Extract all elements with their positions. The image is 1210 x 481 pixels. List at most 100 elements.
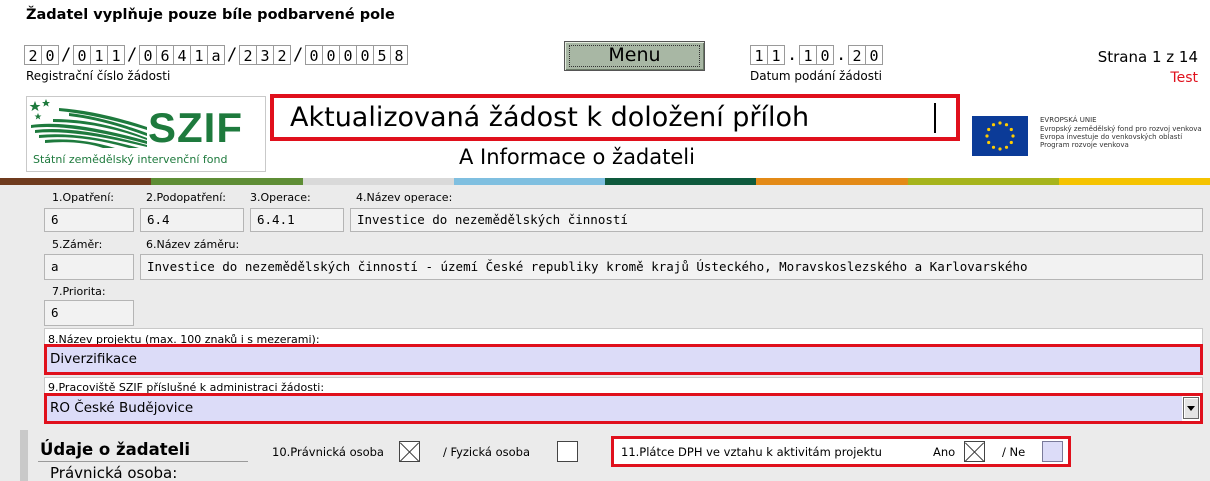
eu-star	[1004, 145, 1009, 149]
submission-date-label: Datum podání žádosti	[750, 69, 882, 83]
registration-number-digit: 8	[390, 45, 408, 65]
registration-number-digit: 0	[305, 45, 323, 65]
pravnicka-osoba-checkbox[interactable]	[399, 441, 420, 462]
registration-number-digit: 2	[24, 45, 42, 65]
eu-star	[998, 147, 1002, 151]
color-band-segment	[302, 178, 454, 185]
eu-star	[998, 121, 1002, 125]
applicant-subheading: Právnická osoba:	[50, 464, 178, 481]
submission-date-digit: 2	[848, 45, 866, 65]
dph-ano-label: Ano	[933, 445, 956, 459]
operace-value: 6.4.1	[250, 208, 344, 232]
color-band-segment	[1058, 178, 1210, 185]
zamer-label: 5.Záměr:	[52, 238, 103, 251]
eu-logo: EVROPSKÁ UNIE Evropský zemědělský fond p…	[968, 106, 1208, 168]
nazev-zameru-value: Investice do nezemědělských činností - ú…	[140, 254, 1203, 280]
color-band-segment	[151, 178, 303, 185]
submission-date-separator: .	[836, 45, 847, 65]
registration-number-digit: 0	[356, 45, 374, 65]
form-title: Aktualizovaná žádost k doložení příloh	[290, 102, 810, 133]
szif-logo: SZIF Státní zemědělský intervenční fond	[26, 96, 266, 172]
registration-number-digit: 6	[156, 45, 174, 65]
registration-number-digit: 0	[322, 45, 340, 65]
podopatreni-value: 6.4	[140, 208, 244, 232]
registration-number-separator: /	[61, 45, 72, 65]
submission-date-digit: 1	[767, 45, 785, 65]
color-band-segment	[907, 178, 1059, 185]
registration-number-digit: 1	[107, 45, 125, 65]
nazev-projektu-highlight	[44, 344, 1203, 375]
eu-star	[1009, 140, 1013, 145]
color-band-segment	[453, 178, 605, 185]
title-cursor	[934, 103, 936, 133]
menu-button-label: Menu	[608, 44, 661, 66]
eu-star	[1004, 123, 1009, 127]
registration-number-digit: 3	[256, 45, 274, 65]
registration-number-separator: /	[227, 45, 238, 65]
eu-star	[991, 123, 996, 127]
priorita-value: 6	[44, 300, 134, 326]
opatreni-value: 6	[44, 208, 134, 232]
registration-number-digit: 0	[339, 45, 357, 65]
applicant-heading: Údaje o žadateli	[40, 440, 191, 459]
szif-logo-subtitle: Státní zemědělský intervenční fond	[33, 153, 228, 166]
registration-number-digit: 0	[73, 45, 91, 65]
fyzicka-osoba-checkbox[interactable]	[557, 441, 578, 462]
eu-logo-line-1: EVROPSKÁ UNIE	[1040, 116, 1097, 124]
registration-number-digit: 2	[239, 45, 257, 65]
form-title-box: Aktualizovaná žádost k doložení příloh	[270, 94, 960, 141]
registration-number-separator: /	[293, 45, 304, 65]
submission-date-digit: 0	[816, 45, 834, 65]
szif-logo-graphic	[29, 99, 147, 148]
dph-label: 11.Plátce DPH ve vztahu k aktivitám proj…	[621, 445, 882, 459]
registration-number-digit: 4	[173, 45, 191, 65]
color-band-segment	[0, 178, 152, 185]
submission-date-digit: 0	[865, 45, 883, 65]
submission-date-digit: 1	[799, 45, 817, 65]
eu-star	[985, 134, 989, 138]
registration-number-separator: /	[127, 45, 138, 65]
registration-number-digit: 2	[273, 45, 291, 65]
registration-number-digit: a	[207, 45, 225, 65]
nazev-operace-value: Investice do nezemědělských činností	[350, 208, 1203, 232]
registration-number-digit: 1	[190, 45, 208, 65]
zamer-value: a	[44, 254, 134, 280]
operace-label: 3.Operace:	[250, 191, 311, 204]
nazev-zameru-label: 6.Název záměru:	[146, 238, 240, 251]
color-band-segment	[756, 178, 908, 185]
eu-logo-line-4: Program rozvoje venkova	[1040, 141, 1129, 149]
pracoviste-highlight	[44, 393, 1203, 424]
eu-logo-line-3: Evropa investuje do venkovských oblastí	[1040, 133, 1183, 141]
opatreni-label: 1.Opatření:	[52, 191, 114, 204]
fyzicka-osoba-label: / Fyzická osoba	[443, 445, 531, 459]
pravnicka-osoba-label: 10.Právnická osoba	[272, 445, 384, 459]
dph-ano-checkbox[interactable]	[964, 441, 985, 462]
dph-ne-checkbox[interactable]	[1042, 441, 1063, 462]
registration-number-label: Registrační číslo žádosti	[26, 69, 171, 83]
podopatreni-label: 2.Podopatření:	[146, 191, 226, 204]
eu-logo-line-2: Evropský zemědělský fond pro rozvoj venk…	[1040, 125, 1202, 133]
registration-number-digit: 0	[139, 45, 157, 65]
eu-star	[987, 127, 991, 132]
submission-date-digit: 1	[750, 45, 768, 65]
eu-star	[1009, 127, 1013, 132]
applicant-heading-underline	[38, 461, 248, 462]
szif-logo-name: SZIF	[148, 104, 243, 151]
eu-star	[987, 140, 991, 145]
submission-date: 11.10.20	[750, 45, 920, 65]
registration-number-digit: 1	[90, 45, 108, 65]
form-instruction: Žadatel vyplňuje pouze bíle podbarvené p…	[26, 7, 395, 23]
color-band-segment	[605, 178, 757, 185]
color-band	[0, 178, 1210, 185]
menu-button[interactable]: Menu	[564, 41, 705, 71]
page-info: Strana 1 z 14	[1097, 48, 1198, 66]
eu-star	[1011, 134, 1015, 138]
priorita-label: 7.Priorita:	[52, 285, 106, 298]
registration-number: 2 0/0 1 1/0 6 4 1 a/2 3 2/0 0 0 0 5 8	[24, 45, 524, 65]
left-margin-strip	[20, 430, 28, 481]
test-label: Test	[1170, 70, 1198, 86]
eu-flag-icon	[972, 116, 1028, 156]
section-subtitle: A Informace o žadateli	[459, 145, 695, 169]
dph-ne-label: / Ne	[1002, 445, 1026, 459]
submission-date-separator: .	[787, 45, 798, 65]
